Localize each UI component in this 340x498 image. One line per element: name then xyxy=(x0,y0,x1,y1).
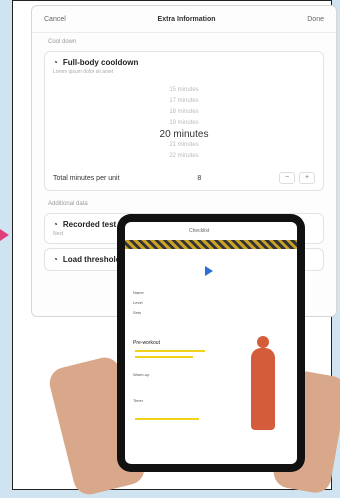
picker-option[interactable]: 19 minutes xyxy=(144,118,224,129)
minutes-row: Total minutes per unit 8 − + xyxy=(53,172,315,184)
tablet-screen: Checklist Name Level Sets Pre-workout Wa… xyxy=(125,222,297,464)
picker-option[interactable]: 22 minutes xyxy=(144,151,224,162)
picker-selected[interactable]: 20 minutes xyxy=(144,129,224,140)
recorded-test-title: Recorded test xyxy=(62,220,117,229)
item-timer: Timer xyxy=(133,398,144,403)
highlight-bar xyxy=(135,356,193,358)
stepper-minus-button[interactable]: − xyxy=(278,172,295,184)
section-cooldown: Cool down xyxy=(48,39,77,45)
highlight-bar xyxy=(135,350,205,352)
done-button[interactable]: Done xyxy=(307,16,324,23)
pattern-banner xyxy=(125,240,297,249)
field-sets: Sets xyxy=(133,310,142,315)
picker-option[interactable]: 15 minutes xyxy=(144,85,224,96)
anatomy-figure xyxy=(251,348,275,430)
clock-icon: ◔ xyxy=(53,255,58,264)
item-warm-up: Warm-up xyxy=(133,372,150,377)
clock-icon: ◔ xyxy=(53,58,58,67)
photo-frame: Cancel Extra Information Done Cool down … xyxy=(12,0,340,498)
cooldown-card[interactable]: ◔ Full-body cooldown Lorem ipsum dolor s… xyxy=(44,51,324,191)
section-pre-workout: Pre-workout xyxy=(133,340,160,346)
field-level: Level xyxy=(133,300,143,305)
highlight-bar xyxy=(135,418,199,420)
minutes-row-label: Total minutes per unit xyxy=(53,174,120,182)
cooldown-subtitle: Lorem ipsum dolor sit amet xyxy=(53,69,114,75)
field-name: Name xyxy=(133,290,144,295)
picker-option[interactable]: 18 minutes xyxy=(144,107,224,118)
page-title: Extra Information xyxy=(157,15,216,23)
load-thresholds-title: Load thresholds xyxy=(62,255,126,264)
clock-icon: ◔ xyxy=(53,220,58,229)
foreground-tablet: Checklist Name Level Sets Pre-workout Wa… xyxy=(117,214,305,472)
cooldown-title: Full-body cooldown xyxy=(62,58,139,67)
arrow-marker xyxy=(0,229,9,241)
top-bar: Cancel Extra Information Done xyxy=(32,6,336,33)
cancel-button[interactable]: Cancel xyxy=(44,16,66,23)
tablet-title: Checklist xyxy=(189,228,210,234)
minutes-stepper[interactable]: − + xyxy=(278,172,315,184)
play-icon[interactable] xyxy=(205,266,213,276)
section-additional: Additional data xyxy=(48,201,88,207)
anatomy-head xyxy=(257,336,269,348)
minutes-picker[interactable]: 15 minutes 17 minutes 18 minutes 19 minu… xyxy=(144,85,224,162)
picker-option[interactable]: 21 minutes xyxy=(144,140,224,151)
cooldown-card-head: ◔ Full-body cooldown xyxy=(53,58,315,67)
stepper-plus-button[interactable]: + xyxy=(298,172,315,184)
minutes-row-value: 8 xyxy=(197,174,202,182)
picker-option[interactable]: 17 minutes xyxy=(144,96,224,107)
